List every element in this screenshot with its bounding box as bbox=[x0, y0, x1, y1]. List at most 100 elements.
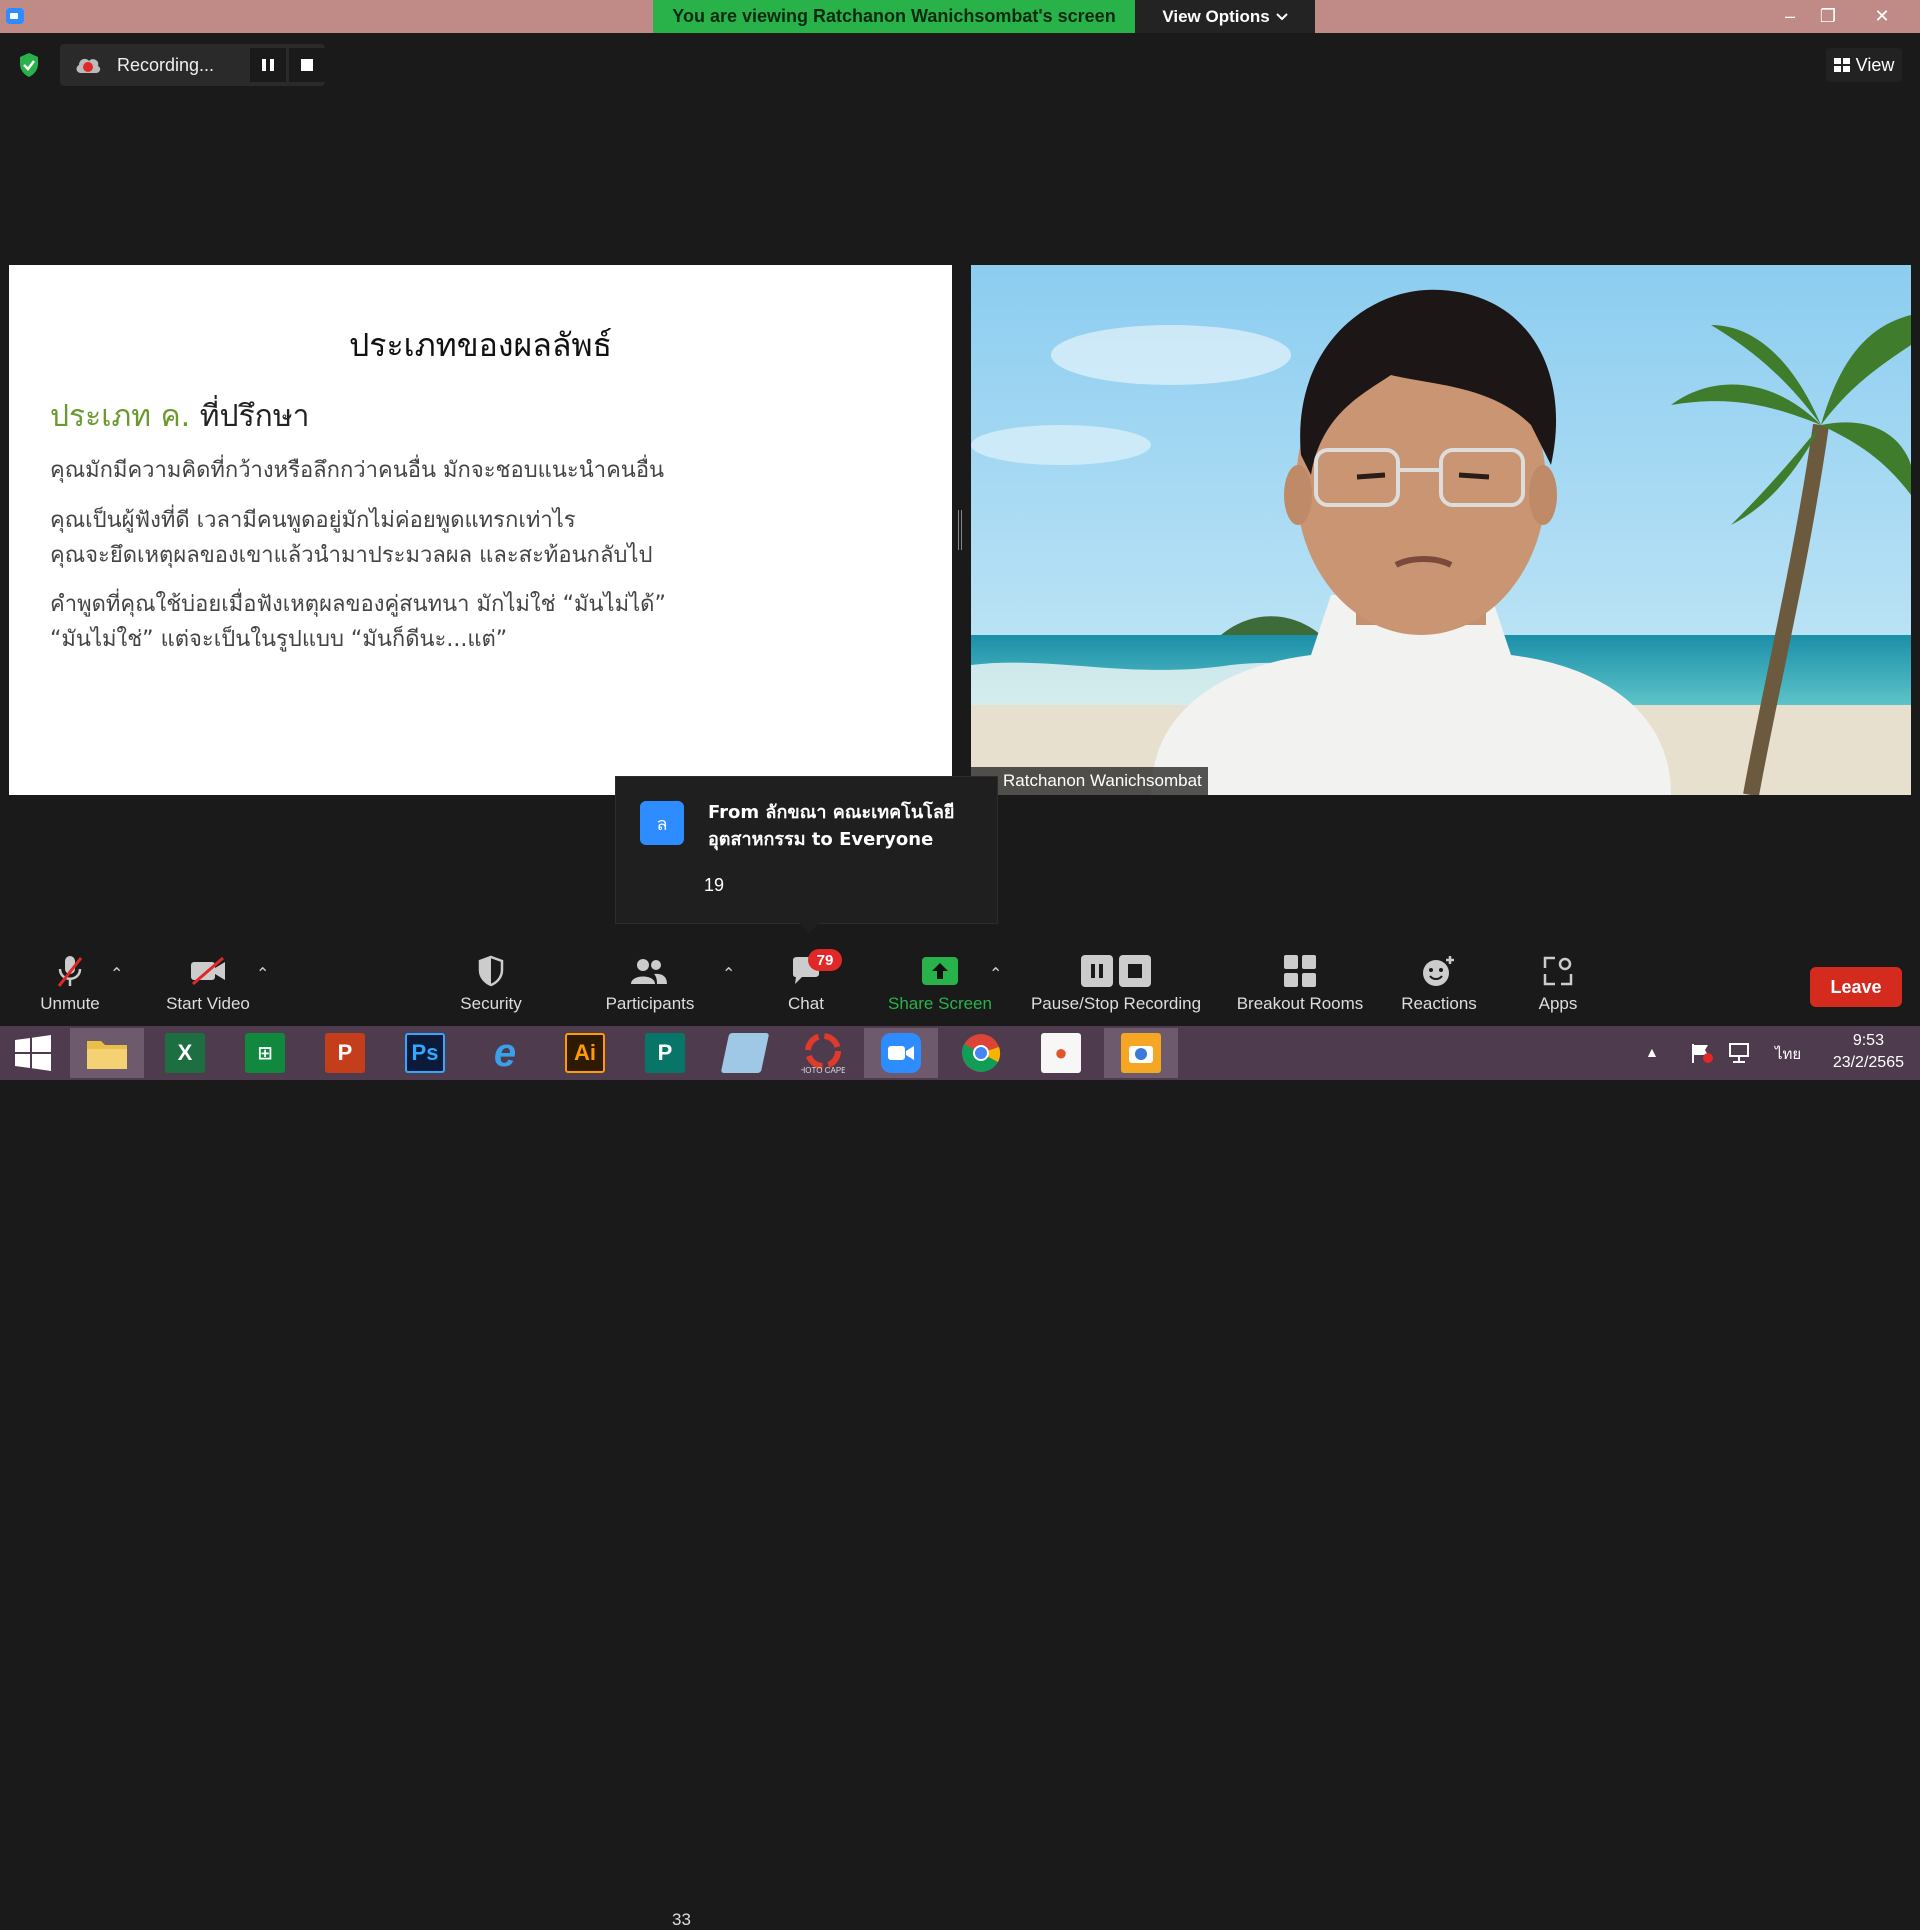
view-label: View bbox=[1855, 54, 1895, 75]
sender-avatar: ล bbox=[640, 801, 684, 845]
show-hidden-icons-chevron-icon[interactable]: ▲ bbox=[1645, 1044, 1659, 1060]
participant-video[interactable] bbox=[971, 265, 1911, 795]
share-screen-arrow-icon bbox=[922, 957, 958, 985]
restore-button[interactable]: ❐ bbox=[1808, 0, 1848, 33]
taskbar-internet-explorer[interactable]: e bbox=[468, 1028, 542, 1078]
video-options-chevron-icon[interactable]: ⌃ bbox=[256, 964, 269, 984]
pause-stop-recording-label: Pause/Stop Recording bbox=[1030, 994, 1202, 1013]
slide-paragraph: คุณเป็นผู้ฟังที่ดี เวลามีคนพูดอยู่มักไม่… bbox=[50, 508, 653, 568]
view-options-button[interactable]: View Options bbox=[1135, 0, 1315, 33]
windows-logo-icon bbox=[15, 1035, 51, 1071]
apps-button[interactable]: Apps bbox=[1528, 948, 1588, 1026]
taskbar-illustrator[interactable]: Ai bbox=[548, 1028, 622, 1078]
close-window-button[interactable]: ✕ bbox=[1862, 0, 1902, 33]
taskbar-chrome[interactable] bbox=[944, 1028, 1018, 1078]
pause-stop-recording-button[interactable]: Pause/Stop Recording bbox=[1024, 948, 1208, 1026]
pause-icon bbox=[1081, 955, 1113, 987]
taskbar-photoscape[interactable]: HOTO CAPE bbox=[786, 1028, 860, 1078]
system-clock[interactable]: 9:53 23/2/2565 bbox=[1833, 1030, 1904, 1074]
unread-chat-badge: 79 bbox=[808, 949, 842, 971]
beach-virtual-background bbox=[971, 265, 1911, 795]
svg-text:HOTO CAPE: HOTO CAPE bbox=[801, 1066, 845, 1075]
participants-options-chevron-icon[interactable]: ⌃ bbox=[722, 964, 735, 984]
grid-icon bbox=[1833, 58, 1850, 72]
breakout-rooms-label: Breakout Rooms bbox=[1236, 994, 1364, 1013]
slide-paragraph: คำพูดที่คุณใช้บ่อยเมื่อฟังเหตุผลของคู่สน… bbox=[50, 592, 666, 652]
minimize-button[interactable]: – bbox=[1770, 0, 1810, 33]
encryption-shield-icon[interactable] bbox=[14, 50, 44, 80]
network-icon[interactable] bbox=[1728, 1042, 1752, 1064]
stop-recording-button[interactable] bbox=[289, 48, 325, 82]
zoom-camera-icon bbox=[881, 1033, 921, 1073]
chrome-icon bbox=[961, 1034, 1001, 1072]
security-button[interactable]: Security bbox=[451, 948, 531, 1026]
stop-icon bbox=[1119, 955, 1151, 987]
store-bag-icon: ⊞ bbox=[245, 1033, 285, 1073]
audio-options-chevron-icon[interactable]: ⌃ bbox=[110, 964, 123, 984]
shared-screen-slide: ประเภทของผลลัพธ์ ประเภท ค. ที่ปรึกษา คุณ… bbox=[9, 265, 952, 795]
slide-heading-rest: ที่ปรึกษา bbox=[190, 399, 310, 434]
smiley-plus-icon bbox=[1423, 956, 1454, 986]
taskbar-powerpoint[interactable]: P bbox=[308, 1028, 382, 1078]
taskbar-zoom[interactable] bbox=[864, 1028, 938, 1078]
camera-icon bbox=[1121, 1033, 1161, 1073]
reactions-label: Reactions bbox=[1401, 994, 1477, 1013]
chat-message-text: 19 bbox=[704, 875, 725, 895]
title-bar: You are viewing Ratchanon Wanichsombat's… bbox=[0, 0, 1920, 33]
taskbar-photoshop[interactable]: Ps bbox=[388, 1028, 462, 1078]
participants-label: Participants bbox=[605, 994, 695, 1013]
start-video-button[interactable]: Start Video bbox=[158, 948, 258, 1026]
taskbar-publisher[interactable]: P bbox=[628, 1028, 702, 1078]
excel-icon: X bbox=[165, 1033, 205, 1073]
share-screen-label: Share Screen bbox=[888, 994, 992, 1013]
microphone-muted-icon bbox=[57, 956, 83, 987]
folder-icon bbox=[87, 1041, 127, 1069]
input-language-indicator[interactable]: ไทย bbox=[1775, 1042, 1801, 1066]
publisher-icon: P bbox=[645, 1033, 685, 1073]
recording-label: Recording... bbox=[117, 55, 215, 75]
internet-explorer-icon: e bbox=[493, 1030, 517, 1075]
unmute-button[interactable]: Unmute bbox=[30, 948, 110, 1026]
slide-heading: ประเภท ค. ที่ปรึกษา bbox=[50, 393, 309, 440]
meeting-controls-toolbar: Unmute ⌃ Start Video ⌃ Security Particip… bbox=[0, 948, 1920, 1929]
zoom-logo-icon bbox=[6, 8, 24, 24]
taskbar-file-explorer[interactable] bbox=[70, 1028, 144, 1078]
pause-recording-button[interactable] bbox=[250, 48, 286, 82]
action-center-flag-icon[interactable] bbox=[1690, 1042, 1714, 1064]
chevron-down-icon bbox=[1275, 12, 1288, 20]
chat-label: Chat bbox=[788, 994, 824, 1013]
video-camera-off-icon bbox=[191, 956, 225, 986]
photoscape-icon: HOTO CAPE bbox=[801, 1033, 845, 1075]
participants-icon bbox=[631, 959, 667, 984]
split-view-divider-handle[interactable] bbox=[958, 510, 962, 550]
unmute-label: Unmute bbox=[40, 994, 100, 1013]
apps-icon bbox=[1543, 956, 1573, 986]
view-layout-button[interactable]: View bbox=[1826, 48, 1902, 82]
participants-button[interactable]: Participants bbox=[597, 948, 703, 1026]
notepad-icon bbox=[720, 1033, 770, 1073]
photoshop-icon: Ps bbox=[405, 1033, 445, 1073]
security-label: Security bbox=[460, 994, 522, 1013]
apps-label: Apps bbox=[1538, 994, 1578, 1013]
taskbar-notepad[interactable] bbox=[708, 1028, 782, 1078]
leave-meeting-button[interactable]: Leave bbox=[1810, 967, 1902, 1007]
paint-icon: ● bbox=[1041, 1033, 1081, 1073]
share-screen-button[interactable]: Share Screen bbox=[880, 948, 1000, 1026]
slide-title: ประเภทของผลลัพธ์ bbox=[348, 326, 613, 364]
participant-name-tag: Ratchanon Wanichsombat bbox=[971, 767, 1208, 795]
taskbar-excel[interactable]: X bbox=[148, 1028, 222, 1078]
participants-count: 33 bbox=[672, 1910, 691, 1929]
shield-icon bbox=[478, 955, 504, 987]
taskbar-paint[interactable]: ● bbox=[1024, 1028, 1098, 1078]
taskbar-store[interactable]: ⊞ bbox=[228, 1028, 302, 1078]
reactions-button[interactable]: Reactions bbox=[1394, 948, 1484, 1026]
breakout-rooms-button[interactable]: Breakout Rooms bbox=[1232, 948, 1368, 1026]
chat-notification[interactable]: ล From ลักขณา คณะเทคโนโลยีอุตสาหกรรม to … bbox=[615, 776, 998, 933]
cloud-recording-icon bbox=[76, 58, 101, 73]
breakout-rooms-icon bbox=[1284, 955, 1316, 987]
start-button[interactable] bbox=[0, 1028, 66, 1078]
taskbar-camera[interactable] bbox=[1104, 1028, 1178, 1078]
clock-time: 9:53 bbox=[1852, 1032, 1884, 1049]
windows-taskbar: X ⊞ P Ps e Ai P HOTO CAPE ● ▲ ไทย 9:53 2… bbox=[0, 1026, 1920, 1080]
share-options-chevron-icon[interactable]: ⌃ bbox=[989, 964, 1002, 984]
